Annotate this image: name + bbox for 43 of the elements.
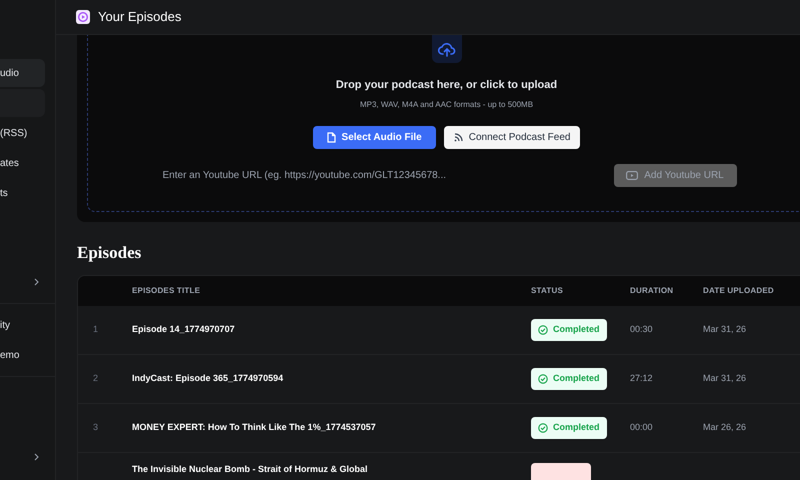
video-play-icon bbox=[626, 170, 638, 180]
status-badge: Completed bbox=[531, 368, 607, 390]
check-circle-icon bbox=[538, 423, 548, 433]
rss-icon bbox=[454, 132, 463, 142]
sidebar-item[interactable]: ity bbox=[0, 311, 45, 339]
duration-cell: 00:30 bbox=[630, 324, 653, 334]
chevron-right-icon bbox=[34, 278, 39, 286]
check-circle-icon bbox=[538, 325, 548, 335]
date-cell: Mar 31, 26 bbox=[703, 373, 746, 384]
column-header: DURATION bbox=[630, 285, 674, 297]
column-header: DATE UPLOADED bbox=[703, 285, 775, 297]
row-number: 3 bbox=[93, 422, 98, 432]
sidebar-item[interactable]: emo bbox=[0, 341, 45, 369]
episode-title: IndyCast: Episode 365_1774970594 bbox=[132, 373, 284, 384]
status-badge: Completed bbox=[531, 417, 607, 439]
episode-title: Episode 14_1774970707 bbox=[132, 324, 235, 334]
sidebar-item[interactable]: ates bbox=[0, 149, 45, 177]
upload-title: Drop your podcast here, or click to upload bbox=[336, 78, 558, 93]
duration-cell: 00:00 bbox=[630, 422, 653, 432]
duration-cell: 27:12 bbox=[630, 373, 653, 384]
status-badge: Completed bbox=[531, 319, 607, 341]
sidebar-item[interactable]: ts bbox=[0, 179, 45, 207]
connect-feed-button[interactable]: Connect Podcast Feed bbox=[444, 126, 580, 148]
sidebar-item[interactable]: (RSS) bbox=[0, 119, 45, 147]
select-audio-button[interactable]: Select Audio File bbox=[312, 126, 436, 148]
episode-title: The Invisible Nuclear Bomb - Strait of Hormuz & Global bbox=[132, 464, 368, 474]
cloud-upload-icon bbox=[438, 41, 456, 57]
row-number: 1 bbox=[93, 324, 98, 334]
date-cell: Mar 26, 26 bbox=[703, 422, 746, 432]
column-header: EPISODES TITLE bbox=[132, 285, 202, 297]
episode-title: MONEY EXPERT: How To Think Like The 1%_1774537057 bbox=[132, 422, 376, 432]
section-heading: Episodes bbox=[77, 242, 142, 264]
check-circle-icon bbox=[538, 374, 548, 384]
column-header: STATUS bbox=[531, 285, 564, 297]
date-cell: Mar 31, 26 bbox=[703, 324, 746, 334]
sidebar-item[interactable]: udio bbox=[0, 59, 45, 87]
chevron-right-icon bbox=[34, 453, 39, 461]
file-icon bbox=[326, 132, 336, 142]
upload-formats: MP3, WAV, M4A and AAC formats - up to 500MB bbox=[360, 98, 534, 110]
podcast-play-icon bbox=[76, 10, 90, 24]
row-number: 2 bbox=[93, 373, 98, 384]
page-title: Your Episodes bbox=[98, 8, 182, 26]
youtube-url-field[interactable]: Enter an Youtube URL (eg. https://youtube.com/GLT12345678... bbox=[156, 164, 576, 186]
